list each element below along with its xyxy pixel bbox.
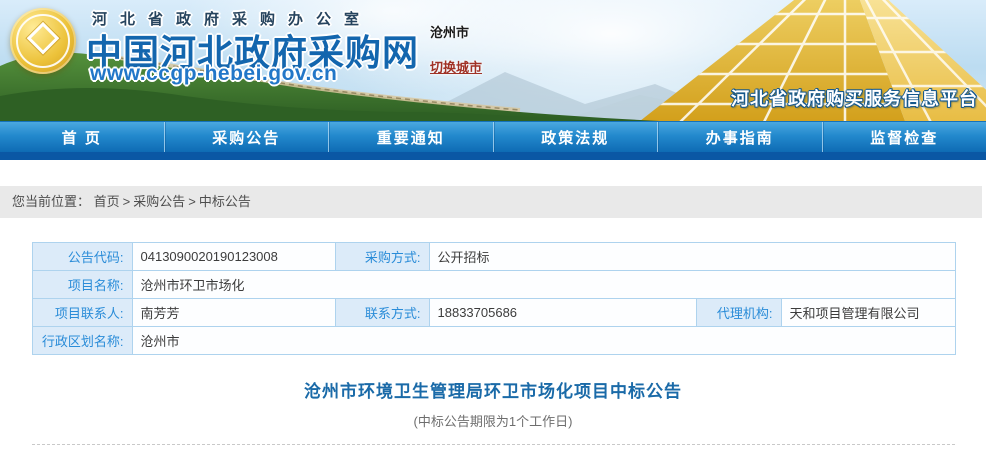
nav-item-home[interactable]: 首 页 bbox=[0, 122, 165, 152]
project-info-table: 公告代码: 0413090020190123008 采购方式: 公开招标 项目名… bbox=[32, 242, 956, 355]
field-value-announcement-code: 0413090020190123008 bbox=[132, 243, 335, 271]
field-value-contact-phone: 18833705686 bbox=[429, 299, 696, 327]
breadcrumb-item-procurement-announcements[interactable]: 采购公告 bbox=[133, 194, 185, 209]
site-url: www.ccgp-hebei.gov.cn bbox=[90, 62, 337, 86]
field-value-district: 沧州市 bbox=[132, 327, 955, 355]
announcement-subtitle: (中标公告期限为1个工作日) bbox=[32, 411, 955, 430]
field-label-announcement-code: 公告代码: bbox=[32, 243, 132, 271]
field-label-project-name: 项目名称: bbox=[32, 271, 132, 299]
nav-item-service-guide[interactable]: 办事指南 bbox=[658, 122, 823, 152]
field-label-agency: 代理机构: bbox=[696, 299, 781, 327]
site-logo-icon bbox=[10, 8, 76, 74]
site-banner: 河北省政府采购办公室 中国河北政府采购网 www.ccgp-hebei.gov.… bbox=[0, 0, 986, 121]
announcement-detail: 公告代码: 0413090020190123008 采购方式: 公开招标 项目名… bbox=[32, 242, 955, 452]
breadcrumb: 您当前位置： 首页>采购公告>中标公告 bbox=[0, 186, 982, 218]
field-label-contact-phone: 联系方式: bbox=[335, 299, 429, 327]
breadcrumb-item-award-announcement[interactable]: 中标公告 bbox=[199, 194, 251, 209]
field-value-project-name: 沧州市环卫市场化 bbox=[132, 271, 955, 299]
switch-city-link[interactable]: 切换城市 bbox=[430, 57, 482, 76]
breadcrumb-separator: > bbox=[123, 194, 131, 209]
field-value-agency: 天和项目管理有限公司 bbox=[781, 299, 955, 327]
table-row: 公告代码: 0413090020190123008 采购方式: 公开招标 bbox=[32, 243, 955, 271]
table-row: 项目联系人: 南芳芳 联系方式: 18833705686 代理机构: 天和项目管… bbox=[32, 299, 955, 327]
dashed-divider bbox=[32, 444, 955, 445]
announcement-title: 沧州市环境卫生管理局环卫市场化项目中标公告 bbox=[32, 377, 955, 402]
field-value-procurement-method: 公开招标 bbox=[429, 243, 955, 271]
field-label-project-contact: 项目联系人: bbox=[32, 299, 132, 327]
current-city-label: 沧州市 bbox=[430, 22, 510, 41]
field-value-project-contact: 南芳芳 bbox=[132, 299, 335, 327]
breadcrumb-separator: > bbox=[188, 194, 196, 209]
table-row: 行政区划名称: 沧州市 bbox=[32, 327, 955, 355]
city-selector: 沧州市 切换城市 bbox=[430, 22, 510, 77]
nav-bottom-strip bbox=[0, 152, 986, 160]
breadcrumb-item-home[interactable]: 首页 bbox=[94, 194, 120, 209]
field-label-district: 行政区划名称: bbox=[32, 327, 132, 355]
nav-item-important-notices[interactable]: 重要通知 bbox=[329, 122, 494, 152]
field-label-procurement-method: 采购方式: bbox=[335, 243, 429, 271]
nav-item-policies-regulations[interactable]: 政策法规 bbox=[494, 122, 659, 152]
table-row: 项目名称: 沧州市环卫市场化 bbox=[32, 271, 955, 299]
nav-item-supervision-inspection[interactable]: 监督检查 bbox=[823, 122, 986, 152]
platform-label: 河北省政府购买服务信息平台 bbox=[731, 85, 978, 111]
breadcrumb-prefix: 您当前位置： bbox=[12, 194, 90, 209]
nav-item-procurement-announcements[interactable]: 采购公告 bbox=[165, 122, 330, 152]
main-nav: 首 页 采购公告 重要通知 政策法规 办事指南 监督检查 bbox=[0, 121, 986, 152]
